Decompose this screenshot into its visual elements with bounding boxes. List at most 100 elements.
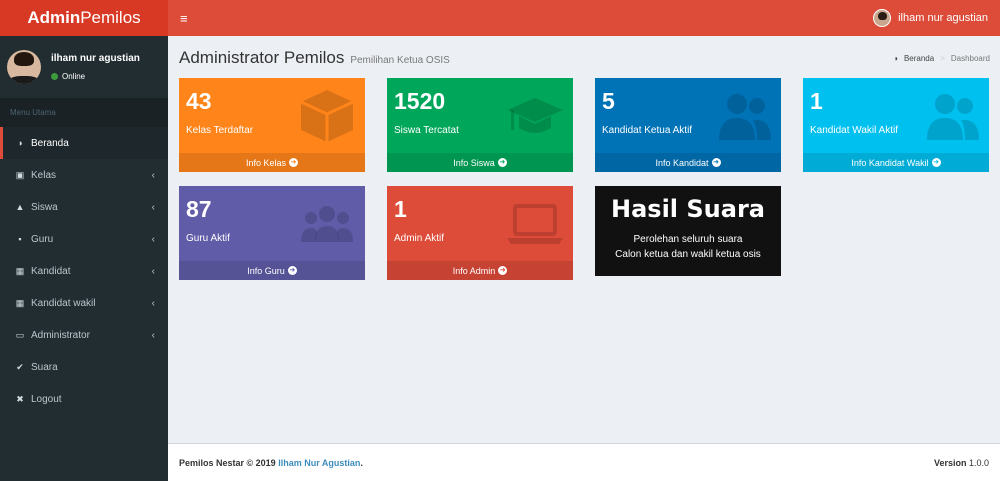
arrow-circle-right-icon: ➜ — [289, 158, 299, 167]
info-kelas-link[interactable]: Info Kelas ➜ — [179, 153, 365, 172]
chevron-left-icon: ‹ — [151, 297, 155, 309]
sidebar-item-kelas[interactable]: ▣ Kelas ‹ — [0, 159, 168, 191]
info-box-number: 43 — [186, 88, 212, 114]
users-icon — [927, 94, 979, 140]
info-box-number: 1 — [394, 196, 407, 222]
arrow-circle-right-icon: ➜ — [931, 158, 941, 167]
info-box-siswa: 1520 Siswa Tercatat Info Siswa ➜ — [387, 78, 573, 172]
hasil-suara-line2: Calon ketua dan wakil ketua osis — [615, 249, 761, 260]
sidebar: ilham nur agustian Online Menu Utama ◑ Be… — [0, 36, 168, 481]
hasil-suara-line1: Perolehan seluruh suara — [633, 234, 743, 245]
graduation-cap-icon — [507, 98, 563, 133]
info-box-label: Kandidat Ketua Aktif — [602, 125, 693, 136]
chevron-left-icon: ‹ — [151, 201, 155, 213]
info-box-label: Kelas Terdaftar — [186, 125, 254, 136]
hasil-suara-panel[interactable]: Hasil Suara Perolehan seluruh suara Calo… — [595, 186, 781, 276]
user-menu[interactable]: ilham nur agustian — [873, 9, 988, 27]
info-kandidat-wakil-link[interactable]: Info Kandidat Wakil ➜ — [803, 153, 989, 172]
graduation-cap-icon: ▲ — [15, 202, 25, 212]
sidebar-item-label: Suara — [31, 361, 58, 373]
info-box-admin: 1 Admin Aktif Info Admin ➜ — [387, 186, 573, 280]
info-box-label: Kandidat Wakil Aktif — [810, 125, 899, 136]
user-status-label: Online — [62, 72, 86, 81]
online-dot-icon — [51, 73, 58, 80]
info-box-kandidat: 5 Kandidat Ketua Aktif Info Kandidat ➜ — [595, 78, 781, 172]
version-number: 1.0.0 — [968, 457, 989, 468]
logo-bold: Admin — [27, 8, 81, 27]
sidebar-item-label: Administrator — [31, 329, 90, 341]
users-icon — [719, 94, 771, 140]
arrow-circle-right-icon: ➜ — [287, 266, 297, 275]
sidebar-item-label: Guru — [31, 233, 54, 245]
sidebar-toggle-icon[interactable]: ≡ — [180, 11, 188, 26]
breadcrumb-separator: > — [940, 53, 945, 63]
footer-copyright: Pemilos Nestar © 2019 — [179, 457, 276, 468]
info-box-label: Siswa Tercatat — [394, 125, 459, 136]
info-box-link-label: Info Kandidat Wakil — [851, 157, 929, 168]
info-box-guru: 87 Guru Aktif Info Guru ➜ — [179, 186, 365, 280]
calendar-icon: ▦ — [15, 297, 25, 308]
user-panel: ilham nur agustian Online — [0, 36, 168, 98]
info-box-kandidat-wakil: 1 Kandidat Wakil Aktif Info Kandidat Wakil… — [803, 78, 989, 172]
version-label: Version — [933, 457, 967, 468]
sidebar-item-kandidat[interactable]: ▦ Kandidat ‹ — [0, 255, 168, 287]
breadcrumb-current: Dashboard — [950, 53, 990, 63]
page-subtitle: Pemilihan Ketua OSIS — [350, 55, 450, 66]
chevron-left-icon: ‹ — [151, 265, 155, 277]
info-box-number: 5 — [602, 88, 615, 114]
sidebar-item-label: Kandidat — [31, 265, 71, 277]
sidebar-item-label: Logout — [31, 393, 62, 405]
breadcrumb-home[interactable]: Beranda — [904, 54, 934, 63]
id-badge-icon: ▪ — [18, 234, 22, 244]
hasil-suara-title: Hasil Suara — [611, 195, 765, 223]
info-admin-link[interactable]: Info Admin ➜ — [387, 261, 573, 280]
sidebar-item-label: Beranda — [31, 137, 69, 149]
page-title: Administrator Pemilos — [179, 48, 345, 67]
info-siswa-link[interactable]: Info Siswa ➜ — [387, 153, 573, 172]
info-box-label: Guru Aktif — [186, 233, 230, 244]
info-box-link-label: Info Admin — [452, 265, 496, 276]
footer-author-link[interactable]: Ilham Nur Agustian — [278, 458, 360, 468]
arrow-circle-right-icon: ➜ — [498, 266, 508, 275]
sidebar-item-suara[interactable]: ✔ Suara — [0, 351, 168, 383]
menu-header: Menu Utama — [0, 98, 168, 127]
sidebar-item-administrator[interactable]: ▭ Administrator ‹ — [0, 319, 168, 351]
chevron-left-icon: ‹ — [151, 329, 155, 341]
logo-rest: Pemilos — [80, 8, 141, 27]
chevron-left-icon: ‹ — [151, 233, 155, 245]
avatar — [7, 50, 41, 84]
info-box-label: Admin Aktif — [394, 233, 445, 244]
dashboard-icon: ◑ — [17, 138, 23, 148]
info-guru-link[interactable]: Info Guru ➜ — [179, 261, 365, 280]
breadcrumb: ◑ Beranda > Dashboard — [893, 54, 990, 63]
cube-icon: ▣ — [15, 169, 25, 180]
sidebar-user-name: ilham nur agustian — [51, 53, 140, 64]
chevron-left-icon: ‹ — [151, 169, 155, 181]
info-box-number: 1 — [810, 88, 823, 114]
info-kandidat-link[interactable]: Info Kandidat ➜ — [595, 153, 781, 172]
dashboard-icon: ◑ — [893, 53, 898, 63]
sidebar-item-kandidat-wakil[interactable]: ▦ Kandidat wakil ‹ — [0, 287, 168, 319]
sidebar-item-guru[interactable]: ▪ Guru ‹ — [0, 223, 168, 255]
times-icon: ✖ — [16, 393, 24, 404]
sidebar-item-siswa[interactable]: ▲ Siswa ‹ — [0, 191, 168, 223]
group-icon — [301, 206, 353, 242]
sidebar-item-label: Kelas — [31, 169, 57, 181]
arrow-circle-right-icon: ➜ — [497, 158, 507, 167]
avatar — [873, 9, 892, 27]
top-navbar: ≡ ilham nur agustian — [168, 0, 1000, 36]
sidebar-item-logout[interactable]: ✖ Logout — [0, 383, 168, 415]
calendar-icon: ▦ — [15, 265, 25, 276]
app-logo[interactable]: Admin Pemilos — [0, 0, 168, 36]
content-header: Administrator Pemilos Pemilihan Ketua OS… — [179, 46, 990, 70]
footer: Pemilos Nestar © 2019 Ilham Nur Agustian… — [168, 443, 1000, 481]
info-box-link-label: Info Siswa — [453, 157, 495, 168]
info-box-number: 87 — [186, 196, 212, 222]
info-box-link-label: Info Kelas — [245, 157, 287, 168]
info-box-number: 1520 — [394, 88, 446, 114]
sidebar-item-beranda[interactable]: ◑ Beranda — [0, 127, 168, 159]
user-menu-name: ilham nur agustian — [898, 12, 988, 24]
arrow-circle-right-icon: ➜ — [711, 158, 721, 167]
check-icon: ✔ — [16, 361, 24, 372]
user-status: Online — [51, 72, 140, 81]
